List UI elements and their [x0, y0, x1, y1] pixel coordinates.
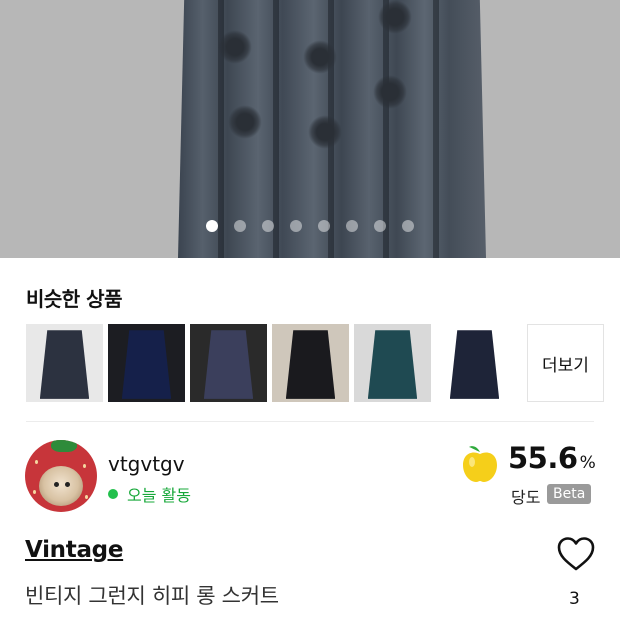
carousel-dot[interactable] [234, 220, 246, 232]
similar-product-thumbnail[interactable] [26, 324, 103, 402]
carousel-dot[interactable] [290, 220, 302, 232]
carousel-dot[interactable] [262, 220, 274, 232]
carousel-indicator [0, 220, 620, 232]
sweetness-score: 55.6% [508, 441, 596, 475]
like-count: 3 [569, 589, 580, 609]
carousel-dot[interactable] [374, 220, 386, 232]
sweetness-label: 당도 [511, 488, 541, 507]
carousel-dot[interactable] [402, 220, 414, 232]
similar-product-thumbnail[interactable] [354, 324, 431, 402]
carousel-dot[interactable] [206, 220, 218, 232]
similar-products-title: 비슷한 상품 [26, 287, 122, 311]
activity-label: 오늘 활동 [127, 486, 191, 505]
similar-product-thumbnail[interactable] [436, 324, 513, 402]
seller-name[interactable]: vtgvtgv [108, 452, 185, 476]
brand-link[interactable]: Vintage [25, 537, 123, 563]
similar-products-list: 더보기 [26, 324, 604, 402]
apple-icon [463, 446, 497, 482]
beta-badge: Beta [547, 484, 592, 504]
similar-product-thumbnail[interactable] [108, 324, 185, 402]
similar-product-thumbnail[interactable] [272, 324, 349, 402]
product-title: 빈티지 그런지 히피 롱 스커트 [25, 584, 279, 608]
activity-status: 오늘 활동 [108, 482, 191, 506]
online-dot-icon [108, 489, 118, 499]
see-more-button[interactable]: 더보기 [527, 324, 604, 402]
carousel-dot[interactable] [346, 220, 358, 232]
carousel-dot[interactable] [318, 220, 330, 232]
divider [26, 421, 594, 422]
avatar[interactable] [25, 440, 97, 512]
similar-product-thumbnail[interactable] [190, 324, 267, 402]
like-heart-icon[interactable] [557, 536, 595, 572]
product-image-carousel[interactable] [0, 0, 620, 258]
